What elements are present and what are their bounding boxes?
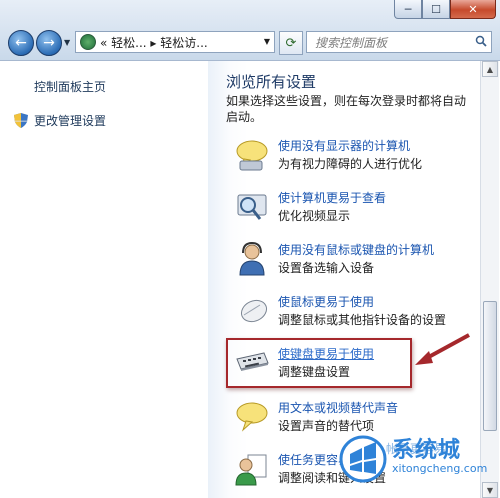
chat-bubble-icon xyxy=(236,402,268,432)
item-link[interactable]: 使用没有鼠标或键盘的计算机 xyxy=(278,241,434,258)
change-admin-settings-link[interactable]: 更改管理设置 xyxy=(14,112,106,129)
shield-icon xyxy=(14,113,28,128)
search-input[interactable]: 搜索控制面板 xyxy=(306,31,492,53)
watermark: 系统城 xitongcheng.com xyxy=(330,428,500,497)
chevron-down-icon[interactable]: ▼ xyxy=(264,37,270,46)
item-description: 优化视频显示 xyxy=(278,209,351,223)
list-item: 使鼠标更易于使用 调整鼠标或其他指针设备的设置 xyxy=(234,293,474,333)
list-item: 使用没有鼠标或键盘的计算机 设置备选输入设备 xyxy=(234,241,474,281)
user-tasks-icon xyxy=(235,454,267,486)
window-controls: ─ ☐ ✕ xyxy=(394,0,496,19)
user-headset-icon xyxy=(239,241,265,276)
control-panel-window: ─ ☐ ✕ ← → ▼ « 轻松... ▸ 轻松访... ▼ ⟳ 搜索控制面板 … xyxy=(0,0,500,498)
change-admin-settings-label: 更改管理设置 xyxy=(34,114,107,128)
close-button[interactable]: ✕ xyxy=(450,0,496,19)
control-panel-icon xyxy=(80,34,96,50)
item-link[interactable]: 使计算机更易于查看 xyxy=(278,189,386,206)
scroll-up-button[interactable]: ▲ xyxy=(482,61,498,77)
item-link[interactable]: 使鼠标更易于使用 xyxy=(278,293,374,310)
search-icon[interactable] xyxy=(475,35,487,47)
address-bar[interactable]: « 轻松... ▸ 轻松访... ▼ xyxy=(75,31,275,53)
minimize-button[interactable]: ─ xyxy=(394,0,422,19)
item-description: 调整鼠标或其他指针设备的设置 xyxy=(278,313,447,327)
magnifier-monitor-icon xyxy=(237,194,267,220)
item-link[interactable]: 用文本或视频替代声音 xyxy=(278,399,398,416)
breadcrumb[interactable]: « 轻松... ▸ 轻松访... xyxy=(100,34,208,51)
scroll-thumb[interactable] xyxy=(483,301,497,431)
watermark-brand: 系统城 xyxy=(392,438,462,463)
back-button[interactable]: ← xyxy=(8,30,34,56)
item-description: 为有视力障碍的人进行优化 xyxy=(278,157,423,171)
mouse-icon xyxy=(240,299,268,323)
refresh-button[interactable]: ⟳ xyxy=(279,31,303,55)
watermark-url: xitongcheng.com xyxy=(392,462,488,475)
page-description: 如果选择这些设置，则在每次登录时都将自动启动。 xyxy=(226,94,467,124)
item-link[interactable]: 使用没有显示器的计算机 xyxy=(278,137,410,154)
list-item: 使用没有显示器的计算机 为有视力障碍的人进行优化 xyxy=(234,137,474,177)
annotation-highlight-box xyxy=(226,338,412,388)
forward-button[interactable]: → xyxy=(36,30,62,56)
speech-bubble-icon xyxy=(236,140,268,171)
control-panel-home-link[interactable]: 控制面板主页 xyxy=(34,78,106,95)
left-pane: 控制面板主页 更改管理设置 xyxy=(0,61,208,498)
title-bar: ─ ☐ ✕ xyxy=(0,0,500,22)
annotation-arrow-icon xyxy=(415,333,470,365)
search-placeholder: 搜索控制面板 xyxy=(315,35,388,50)
list-item: 使计算机更易于查看 优化视频显示 xyxy=(234,189,474,229)
item-description: 设置备选输入设备 xyxy=(278,261,375,275)
watermark-logo-icon xyxy=(339,435,387,483)
recent-pages-dropdown-icon[interactable]: ▼ xyxy=(64,38,70,47)
maximize-button[interactable]: ☐ xyxy=(422,0,450,19)
page-title: 浏览所有设置 xyxy=(226,73,317,91)
navigation-bar: ← → ▼ « 轻松... ▸ 轻松访... ▼ ⟳ 搜索控制面板 xyxy=(0,24,500,60)
